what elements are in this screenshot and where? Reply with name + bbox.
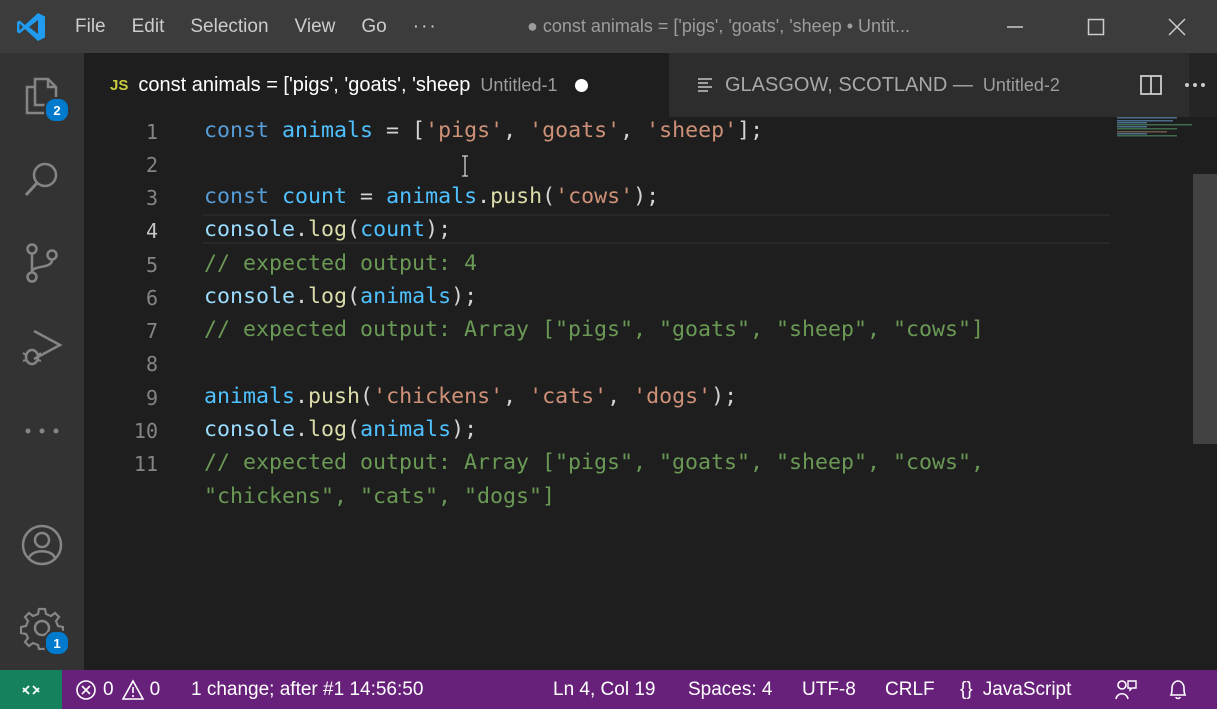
- maximize-button[interactable]: [1055, 0, 1136, 53]
- line-number-current: 4: [145, 219, 158, 243]
- line-number: 5: [145, 253, 158, 277]
- warning-icon: [121, 678, 144, 700]
- bell-icon: [1169, 679, 1187, 699]
- line-number: 7: [145, 319, 158, 343]
- remote-icon: [22, 684, 40, 695]
- change-history[interactable]: 1 change; after #1 14:56:50: [191, 670, 423, 709]
- code-line-1: const animals = ['pigs', 'goats', 'sheep…: [204, 118, 764, 143]
- minimize-button[interactable]: [974, 0, 1055, 53]
- end-of-line[interactable]: CRLF: [885, 670, 935, 709]
- error-count: 0: [103, 678, 114, 700]
- code-line-9: animals.push('chickens', 'cats', 'dogs')…: [204, 384, 738, 409]
- search-icon: [24, 162, 58, 197]
- feedback-button[interactable]: [1114, 670, 1138, 709]
- menu-bar: File Edit Selection View Go ···: [62, 0, 451, 53]
- menu-more[interactable]: ···: [400, 0, 451, 53]
- language-mode[interactable]: {} JavaScript: [960, 670, 1071, 709]
- menu-file[interactable]: File: [62, 0, 119, 53]
- source-control-icon: [26, 243, 58, 283]
- tab-untitled-2[interactable]: GLASGOW, SCOTLAND — Untitled-2: [669, 53, 1189, 117]
- tab-description: Untitled-2: [982, 74, 1060, 95]
- run-debug-icon: [22, 329, 63, 366]
- warning-count: 0: [149, 678, 161, 700]
- title-bar: File Edit Selection View Go ··· ● const …: [0, 0, 1217, 53]
- editor-actions: [1129, 53, 1217, 117]
- close-button[interactable]: [1136, 0, 1217, 53]
- close-icon: [1167, 17, 1186, 36]
- menu-edit[interactable]: Edit: [119, 0, 178, 53]
- code-line-6: console.log(animals);: [204, 284, 478, 309]
- search-button[interactable]: [0, 137, 84, 221]
- more-actions-button[interactable]: [1173, 53, 1217, 117]
- more-views-button[interactable]: [0, 389, 84, 473]
- line-number: 11: [133, 452, 158, 476]
- braces-icon: {}: [960, 678, 973, 700]
- explorer-badge: 2: [44, 97, 70, 123]
- javascript-file-icon: JS: [110, 76, 129, 94]
- code-line-11: // expected output: Array ["pigs", "goat…: [204, 450, 985, 475]
- source-control-button[interactable]: [0, 221, 84, 305]
- account-icon: [21, 524, 63, 566]
- maximize-icon: [1087, 18, 1104, 35]
- remote-button[interactable]: [0, 670, 62, 709]
- language-label: JavaScript: [982, 678, 1072, 700]
- minimize-icon: [1006, 25, 1023, 28]
- activity-bar: 2 1: [0, 53, 84, 670]
- manage-button[interactable]: 1: [0, 586, 84, 670]
- editor-tab-bar: JS const animals = ['pigs', 'goats', 'sh…: [84, 53, 1217, 117]
- line-number: 1: [145, 120, 158, 144]
- status-bar: 0 0 1 change; after #1 14:56:50 Ln 4, Co…: [0, 670, 1217, 709]
- split-editor-button[interactable]: [1129, 53, 1173, 117]
- text-file-icon: [697, 77, 713, 93]
- tab-label: const animals = ['pigs', 'goats', 'sheep: [138, 73, 471, 96]
- line-number: 2: [145, 153, 158, 177]
- problems-indicator[interactable]: 0 0: [75, 670, 160, 709]
- more-icon: [25, 428, 59, 434]
- run-debug-button[interactable]: [0, 305, 84, 389]
- code-line-4: console.log(count);: [204, 217, 452, 242]
- settings-badge: 1: [44, 630, 70, 656]
- vscode-logo-icon[interactable]: [0, 0, 62, 53]
- notifications-button[interactable]: [1166, 670, 1190, 709]
- explorer-button[interactable]: 2: [0, 53, 84, 137]
- line-number: 9: [145, 386, 158, 410]
- tab-label: GLASGOW, SCOTLAND —: [725, 73, 973, 96]
- code-line-10: console.log(animals);: [204, 417, 478, 442]
- code-editor[interactable]: 1 2 3 4 5 6 7 8 9 10 11 const animals = …: [84, 117, 1217, 670]
- code-line-5: // expected output: 4: [204, 251, 478, 276]
- line-number: 10: [133, 419, 158, 443]
- accounts-button[interactable]: [0, 503, 84, 587]
- minimap[interactable]: [1117, 117, 1193, 147]
- line-number: 3: [145, 186, 158, 210]
- encoding[interactable]: UTF-8: [802, 670, 856, 709]
- indentation[interactable]: Spaces: 4: [688, 670, 773, 709]
- line-number: 6: [145, 286, 158, 310]
- error-icon: [76, 679, 96, 700]
- window-title: ● const animals = ['pigs', 'goats', 'she…: [527, 16, 911, 36]
- window-controls: [974, 0, 1217, 53]
- unsaved-dot-icon[interactable]: [575, 78, 589, 92]
- text-cursor-icon: [462, 155, 468, 177]
- code-line-3: const count = animals.push('cows');: [204, 184, 660, 209]
- code-line-11-wrap: "chickens", "cats", "dogs"]: [204, 484, 556, 509]
- cursor-position[interactable]: Ln 4, Col 19: [553, 670, 655, 709]
- menu-go[interactable]: Go: [348, 0, 399, 53]
- tab-description: Untitled-1: [480, 74, 558, 95]
- scrollbar-thumb[interactable]: [1193, 174, 1217, 444]
- code-line-7: // expected output: Array ["pigs", "goat…: [204, 317, 985, 342]
- line-number: 8: [145, 352, 158, 376]
- menu-selection[interactable]: Selection: [177, 0, 281, 53]
- menu-view[interactable]: View: [282, 0, 349, 53]
- feedback-icon: [1115, 679, 1137, 699]
- split-editor-icon: [1140, 75, 1162, 95]
- more-actions-icon: [1185, 83, 1205, 87]
- tab-untitled-1[interactable]: JS const animals = ['pigs', 'goats', 'sh…: [84, 53, 669, 117]
